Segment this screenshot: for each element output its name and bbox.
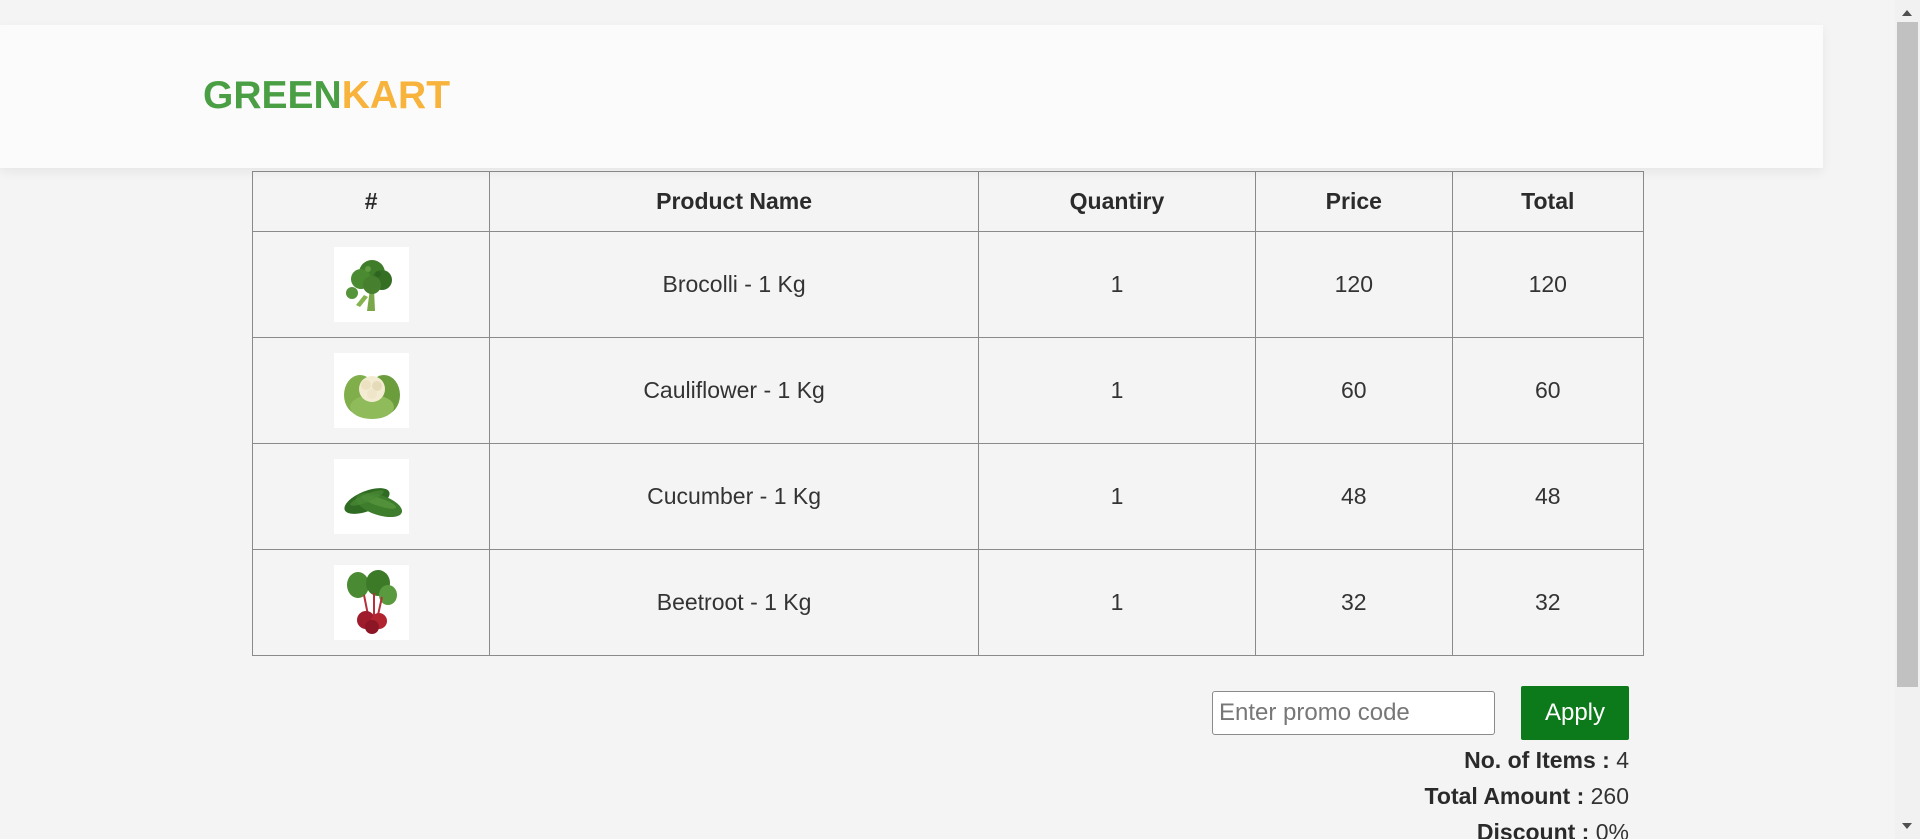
product-name: Brocolli - 1 Kg: [489, 231, 979, 338]
header-price: Price: [1255, 171, 1453, 232]
product-quantity: 1: [977, 443, 1257, 550]
total-amount-value: 260: [1590, 783, 1629, 809]
cart-page: GREENKART # Product Name Quantiry Price …: [0, 0, 1920, 839]
table-row: Beetroot - 1 Kg 1 32 32: [251, 549, 1645, 656]
product-total: 48: [1451, 443, 1645, 550]
apply-promo-button[interactable]: Apply: [1521, 686, 1629, 740]
cucumber-image: [333, 459, 409, 534]
table-header-row: # Product Name Quantiry Price Total: [251, 171, 1645, 232]
broccoli-image: [333, 247, 409, 322]
table-row: Cauliflower - 1 Kg 1 60 60: [251, 337, 1645, 444]
table-row: Brocolli - 1 Kg 1 120 120: [251, 231, 1645, 338]
product-name: Cauliflower - 1 Kg: [489, 337, 979, 444]
cauliflower-image: [333, 353, 409, 428]
product-name: Beetroot - 1 Kg: [489, 549, 979, 656]
product-quantity: 1: [977, 337, 1257, 444]
scroll-up-icon[interactable]: [1902, 10, 1912, 16]
product-price: 60: [1255, 337, 1453, 444]
product-quantity: 1: [977, 549, 1257, 656]
product-image-cell: [251, 443, 491, 550]
table-row: Cucumber - 1 Kg 1 48 48: [251, 443, 1645, 550]
product-image-cell: [251, 231, 491, 338]
items-count-line: No. of Items : 4: [1425, 742, 1629, 778]
brand-logo-green: GREEN: [203, 74, 342, 117]
brand-logo-orange: KART: [341, 74, 451, 117]
product-image-cell: [251, 337, 491, 444]
header-total: Total: [1451, 171, 1645, 232]
promo-code-input[interactable]: [1212, 691, 1495, 735]
items-count-value: 4: [1616, 747, 1629, 773]
product-price: 48: [1255, 443, 1453, 550]
product-price: 120: [1255, 231, 1453, 338]
brand-logo[interactable]: GREENKART: [203, 76, 450, 115]
total-amount-line: Total Amount : 260: [1425, 778, 1629, 814]
header-quantity: Quantiry: [977, 171, 1257, 232]
discount-value: 0%: [1595, 819, 1629, 839]
product-total: 60: [1451, 337, 1645, 444]
discount-line: Discount : 0%: [1425, 814, 1629, 839]
header-product-name: Product Name: [489, 171, 979, 232]
product-total: 120: [1451, 231, 1645, 338]
product-price: 32: [1255, 549, 1453, 656]
cart-table: # Product Name Quantiry Price Total Broc…: [251, 171, 1645, 656]
scroll-thumb[interactable]: [1897, 22, 1918, 687]
beetroot-image: [333, 565, 409, 640]
total-amount-label: Total Amount :: [1424, 783, 1585, 809]
discount-label: Discount :: [1476, 819, 1590, 839]
product-name: Cucumber - 1 Kg: [489, 443, 979, 550]
header-number: #: [251, 171, 491, 232]
scroll-down-icon[interactable]: [1902, 823, 1912, 829]
order-summary: No. of Items : 4 Total Amount : 260 Disc…: [1425, 742, 1629, 839]
product-total: 32: [1451, 549, 1645, 656]
header: GREENKART: [0, 25, 1823, 168]
items-count-label: No. of Items :: [1464, 747, 1610, 773]
vertical-scrollbar[interactable]: [1895, 0, 1920, 839]
product-quantity: 1: [977, 231, 1257, 338]
product-image-cell: [251, 549, 491, 656]
